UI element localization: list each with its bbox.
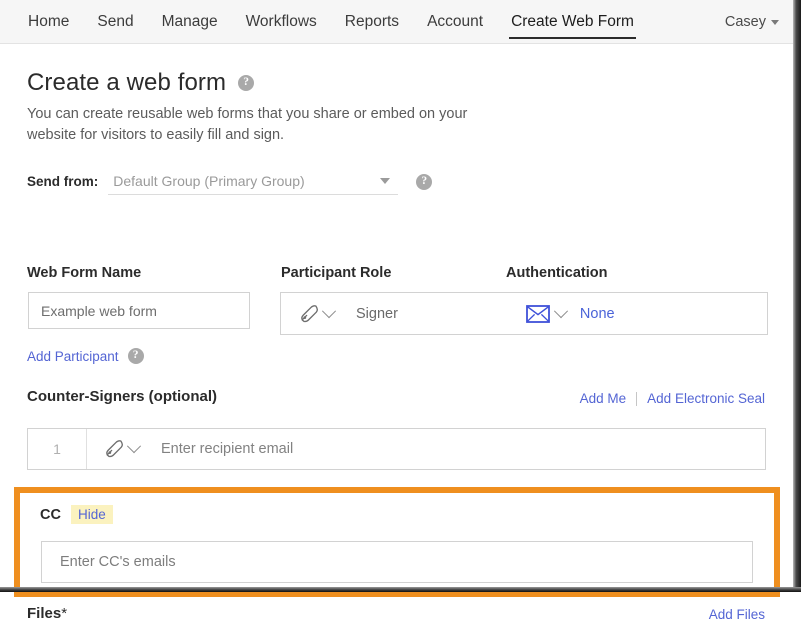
files-heading: Files* (27, 605, 67, 622)
add-participant-link[interactable]: Add Participant (27, 349, 119, 364)
recipient-email-input[interactable]: Enter recipient email (161, 429, 293, 469)
cc-section-highlight: CC Hide (14, 487, 780, 597)
page-subtitle: You can create reusable web forms that y… (27, 104, 487, 146)
envelope-icon (526, 305, 550, 323)
counter-signers-actions: Add Me Add Electronic Seal (580, 391, 765, 406)
window-right-edge (793, 0, 801, 592)
chevron-down-icon (127, 439, 141, 453)
window-bottom-edge (0, 587, 801, 592)
nav-item-create-web-form[interactable]: Create Web Form (497, 0, 648, 44)
cc-emails-input[interactable] (41, 541, 753, 583)
add-me-link[interactable]: Add Me (580, 391, 627, 406)
send-from-label: Send from: (27, 174, 98, 189)
nav-item-home[interactable]: Home (14, 0, 83, 44)
counter-signers-heading: Counter-Signers (optional) (27, 388, 217, 405)
files-required-mark: * (61, 605, 67, 622)
application-window: Home Send Manage Workflows Reports Accou… (0, 0, 801, 592)
nav-item-reports[interactable]: Reports (331, 0, 413, 44)
chevron-down-icon (380, 178, 390, 184)
nav-item-account[interactable]: Account (413, 0, 497, 44)
chevron-down-icon (771, 20, 779, 25)
authentication-value-link[interactable]: None (580, 306, 615, 322)
nav-item-send[interactable]: Send (83, 0, 147, 44)
cc-label: CC (40, 507, 61, 523)
recipient-role-selector[interactable] (103, 429, 139, 469)
user-menu[interactable]: Casey (725, 0, 779, 44)
top-navigation-bar: Home Send Manage Workflows Reports Accou… (0, 0, 793, 44)
chevron-down-icon (322, 304, 336, 318)
add-participant-row: Add Participant ? (27, 348, 144, 364)
help-icon-title[interactable]: ? (238, 75, 254, 91)
participant-role-authentication-field: Signer None (280, 292, 768, 335)
participant-role-value: Signer (356, 306, 398, 322)
recipient-row: 1 Enter recipient email (27, 428, 766, 470)
user-menu-label: Casey (725, 0, 766, 44)
send-from-row: Send from: Default Group (Primary Group)… (27, 168, 432, 195)
nav-item-manage[interactable]: Manage (148, 0, 232, 44)
nav-item-list: Home Send Manage Workflows Reports Accou… (14, 0, 648, 44)
page-content: Create a web form ? You can create reusa… (0, 44, 793, 592)
pen-nib-icon (103, 439, 125, 459)
participant-role-label: Participant Role (281, 265, 391, 281)
cc-hide-link[interactable]: Hide (71, 505, 113, 524)
web-form-name-label: Web Form Name (27, 265, 141, 281)
authentication-selector[interactable] (526, 305, 566, 323)
pen-nib-icon (298, 304, 320, 324)
help-icon-add-participant[interactable]: ? (128, 348, 144, 364)
cc-header: CC Hide (40, 505, 113, 524)
recipient-index: 1 (28, 429, 87, 469)
authentication-label: Authentication (506, 265, 608, 281)
page-title-row: Create a web form ? (27, 69, 254, 97)
chevron-down-icon (554, 304, 568, 318)
action-divider (636, 392, 637, 406)
web-form-name-input[interactable] (28, 292, 250, 329)
participant-role-selector[interactable] (298, 304, 334, 324)
send-from-value: Default Group (Primary Group) (108, 173, 304, 189)
help-icon-send-from[interactable]: ? (416, 174, 432, 190)
add-files-link[interactable]: Add Files (709, 607, 765, 622)
nav-item-workflows[interactable]: Workflows (232, 0, 331, 44)
send-from-dropdown[interactable]: Default Group (Primary Group) (108, 168, 398, 195)
files-label: Files (27, 605, 61, 622)
page-title: Create a web form (27, 69, 226, 97)
add-electronic-seal-link[interactable]: Add Electronic Seal (647, 391, 765, 406)
